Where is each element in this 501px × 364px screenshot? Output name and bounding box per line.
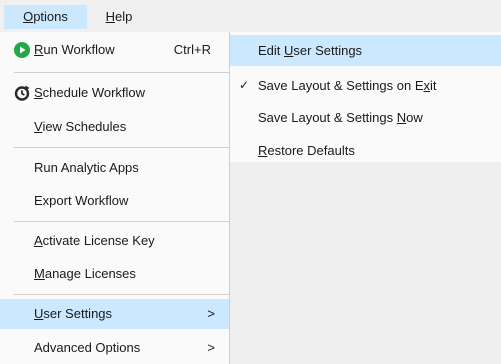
menu-item-export-workflow[interactable]: Export Workflow	[0, 186, 229, 216]
menu-bar: Options Help	[0, 0, 501, 33]
submenu-item-edit-user-settings[interactable]: Edit User Settings	[230, 35, 501, 66]
schedule-clock-icon	[14, 85, 30, 101]
menu-item-schedule-workflow[interactable]: Schedule Workflow	[0, 78, 229, 108]
submenu-arrow-icon: >	[207, 306, 215, 321]
user-settings-submenu: Edit User Settings ✓ Save Layout & Setti…	[230, 32, 501, 162]
submenu-item-save-layout-on-exit[interactable]: ✓ Save Layout & Settings on Exit	[230, 70, 501, 101]
menu-item-activate-license-key[interactable]: Activate License Key	[0, 226, 229, 256]
submenu-item-save-layout-now[interactable]: Save Layout & Settings Now	[230, 102, 501, 133]
menu-item-view-schedules[interactable]: View Schedules	[0, 112, 229, 142]
separator	[14, 294, 229, 295]
mnemonic: R	[258, 143, 268, 158]
menu-item-advanced-options[interactable]: Advanced Options >	[0, 333, 229, 363]
menubar-options[interactable]: Options	[4, 5, 87, 29]
separator	[14, 147, 229, 148]
mnemonic: A	[34, 233, 43, 248]
menubar-help[interactable]: Help	[90, 5, 148, 29]
shortcut-label: Ctrl+R	[173, 42, 211, 57]
mnemonic: H	[105, 9, 116, 24]
mnemonic: N	[396, 110, 407, 125]
submenu-arrow-icon: >	[207, 340, 215, 355]
options-menu: Run Workflow Ctrl+R Schedule Workflow Vi…	[0, 32, 230, 364]
mnemonic: U	[34, 306, 44, 321]
menu-item-user-settings[interactable]: User Settings >	[0, 299, 229, 329]
mnemonic: U	[284, 43, 294, 58]
menu-item-run-analytic-apps[interactable]: Run Analytic Apps	[0, 153, 229, 183]
mnemonic: O	[23, 9, 34, 24]
mnemonic: R	[34, 42, 44, 57]
play-circle-icon	[14, 42, 30, 58]
submenu-item-restore-defaults[interactable]: Restore Defaults	[230, 135, 501, 166]
separator	[14, 72, 229, 73]
separator	[14, 221, 229, 222]
menu-item-manage-licenses[interactable]: Manage Licenses	[0, 259, 229, 289]
checkmark-icon: ✓	[239, 78, 250, 92]
mnemonic: S	[34, 85, 43, 100]
mnemonic: M	[34, 266, 45, 281]
menu-item-run-workflow[interactable]: Run Workflow Ctrl+R	[0, 35, 229, 65]
